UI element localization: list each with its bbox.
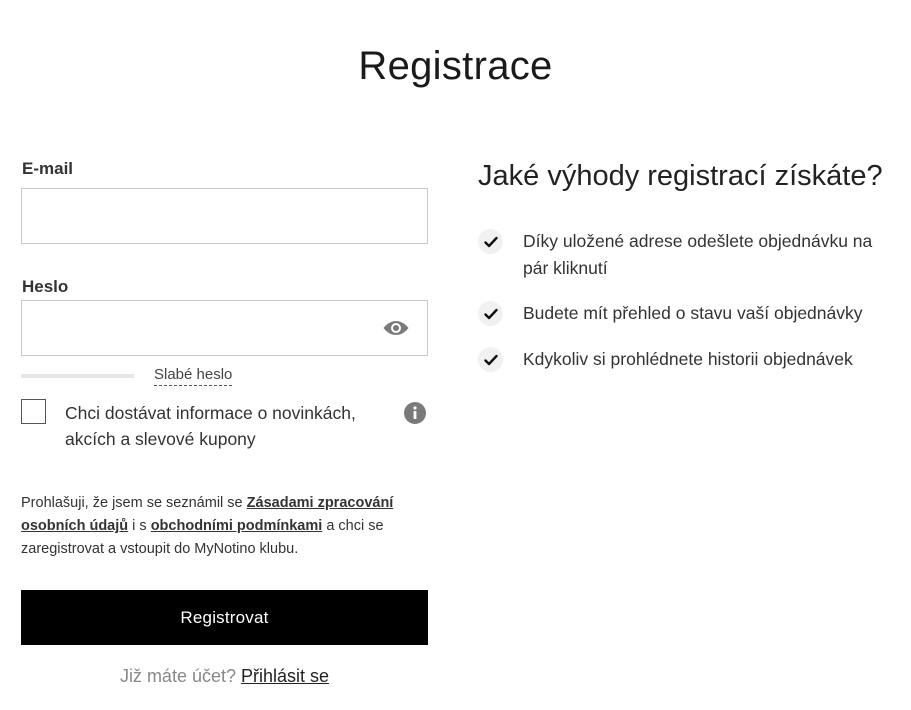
newsletter-checkbox[interactable]: [21, 399, 46, 424]
newsletter-label[interactable]: Chci dostávat informace o novinkách, akc…: [65, 400, 385, 452]
benefit-text: Budete mít přehled o stavu vaší objednáv…: [523, 303, 863, 323]
login-prompt-row: Již máte účet? Přihlásit se: [21, 666, 428, 687]
benefit-text: Díky uložené adrese odešlete objednávku …: [523, 231, 873, 278]
terms-link[interactable]: obchodními podmínkami: [151, 518, 323, 534]
benefit-item: Díky uložené adrese odešlete objednávku …: [478, 228, 898, 282]
password-input[interactable]: [21, 300, 428, 356]
password-label: Heslo: [22, 277, 69, 296]
login-prompt: Již máte účet?: [119, 666, 236, 686]
password-strength-label[interactable]: Slabé heslo: [154, 366, 233, 386]
info-icon[interactable]: [404, 402, 426, 424]
checkmark-icon: [478, 347, 503, 372]
benefit-item: Kdykoliv si prohlédnete historii objedná…: [478, 346, 898, 373]
eye-icon[interactable]: [382, 317, 410, 339]
login-link[interactable]: Přihlásit se: [241, 666, 329, 686]
consent-text: Prohlašuji, že jsem se seznámil se Zásad…: [21, 492, 421, 561]
consent-text-part2: i s: [128, 518, 151, 534]
benefits-title: Jaké výhody registrací získáte?: [478, 160, 883, 192]
password-strength-bar: [21, 374, 134, 378]
register-button[interactable]: Registrovat: [21, 590, 428, 645]
consent-text-part1: Prohlašuji, že jsem se seznámil se: [21, 495, 247, 511]
email-input[interactable]: [21, 188, 428, 244]
page-title: Registrace: [358, 44, 553, 88]
benefit-text: Kdykoliv si prohlédnete historii objedná…: [523, 349, 853, 369]
email-label: E-mail: [22, 159, 74, 178]
checkmark-icon: [478, 301, 503, 326]
benefit-item: Budete mít přehled o stavu vaší objednáv…: [478, 300, 898, 327]
checkmark-icon: [478, 229, 503, 254]
